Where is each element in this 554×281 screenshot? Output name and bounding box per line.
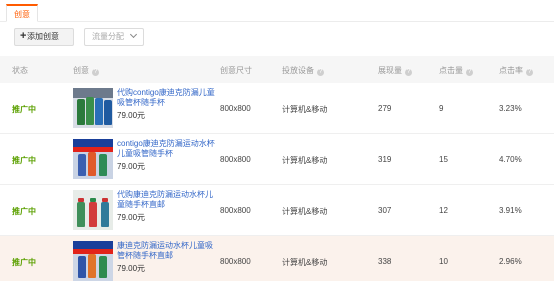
ctr: 2.96% xyxy=(499,257,522,266)
add-creative-label: 添加创意 xyxy=(27,32,59,41)
product-thumbnail[interactable] xyxy=(73,88,113,128)
status-badge: 推广中 xyxy=(12,105,36,114)
price: 79.00元 xyxy=(117,213,146,222)
help-icon[interactable]: ? xyxy=(317,69,324,76)
clicks: 10 xyxy=(439,257,448,266)
clicks: 12 xyxy=(439,206,448,215)
traffic-allocation-placeholder: 流量分配 xyxy=(92,32,124,41)
ctr: 3.91% xyxy=(499,206,522,215)
help-icon[interactable]: ? xyxy=(92,69,99,76)
device: 计算机&移动 xyxy=(282,105,328,114)
product-thumbnail[interactable] xyxy=(73,190,113,230)
header-size: 创意尺寸 xyxy=(220,66,252,75)
table-row[interactable]: 推广中 康迪克防漏运动水杯儿童吸管杯随手杯直邮 79.00元 800x800 计… xyxy=(0,236,554,281)
impressions: 279 xyxy=(378,104,392,113)
ctr: 4.70% xyxy=(499,155,522,164)
header-device: 投放设备? xyxy=(282,66,324,76)
price: 79.00元 xyxy=(117,264,146,273)
traffic-allocation-select[interactable]: 流量分配 xyxy=(84,28,144,46)
header-clicks: 点击量? xyxy=(439,66,473,76)
product-thumbnail[interactable] xyxy=(73,241,113,281)
impressions: 307 xyxy=(378,206,392,215)
table-row[interactable]: 推广中 代购康迪克防漏运动水杯儿童随手杯直邮 79.00元 800x800 计算… xyxy=(0,185,554,236)
header-ctr: 点击率? xyxy=(499,66,533,76)
chevron-down-icon xyxy=(129,30,138,39)
price: 79.00元 xyxy=(117,111,146,120)
help-icon[interactable]: ? xyxy=(405,69,412,76)
creative-size: 800x800 xyxy=(220,206,251,215)
creative-title-link[interactable]: 代购contigo康迪克防漏儿童吸管杯随手杯 xyxy=(117,88,215,108)
header-creative: 创意? xyxy=(73,66,99,76)
clicks: 15 xyxy=(439,155,448,164)
creative-title-link[interactable]: 代购康迪克防漏运动水杯儿童随手杯直邮 xyxy=(117,190,215,210)
creative-size: 800x800 xyxy=(220,155,251,164)
price: 79.00元 xyxy=(117,162,146,171)
clicks: 9 xyxy=(439,104,444,113)
status-badge: 推广中 xyxy=(12,156,36,165)
ctr: 3.23% xyxy=(499,104,522,113)
creative-size: 800x800 xyxy=(220,257,251,266)
table-header: 状态 创意? 创意尺寸 投放设备? 展现量? 点击量? 点击率? xyxy=(0,56,554,83)
device: 计算机&移动 xyxy=(282,258,328,267)
tab-creative[interactable]: 创意 xyxy=(6,4,38,22)
help-icon[interactable]: ? xyxy=(526,69,533,76)
device: 计算机&移动 xyxy=(282,156,328,165)
header-status: 状态 xyxy=(12,66,28,75)
status-badge: 推广中 xyxy=(12,207,36,216)
table-row[interactable]: 推广中 代购contigo康迪克防漏儿童吸管杯随手杯 79.00元 800x80… xyxy=(0,83,554,134)
creative-title-link[interactable]: 康迪克防漏运动水杯儿童吸管杯随手杯直邮 xyxy=(117,241,215,261)
help-icon[interactable]: ? xyxy=(466,69,473,76)
header-impressions: 展现量? xyxy=(378,66,412,76)
creative-title-link[interactable]: contigo康迪克防漏运动水杯儿童吸管随手杯 xyxy=(117,139,215,159)
status-badge: 推广中 xyxy=(12,258,36,267)
add-creative-button[interactable]: + 添加创意 xyxy=(14,28,74,46)
product-thumbnail[interactable] xyxy=(73,139,113,179)
tab-bar: 创意 xyxy=(0,0,554,22)
creative-size: 800x800 xyxy=(220,104,251,113)
device: 计算机&移动 xyxy=(282,207,328,216)
plus-icon: + xyxy=(20,30,27,42)
table-row[interactable]: 推广中 contigo康迪克防漏运动水杯儿童吸管随手杯 79.00元 800x8… xyxy=(0,134,554,185)
impressions: 319 xyxy=(378,155,392,164)
impressions: 338 xyxy=(378,257,392,266)
